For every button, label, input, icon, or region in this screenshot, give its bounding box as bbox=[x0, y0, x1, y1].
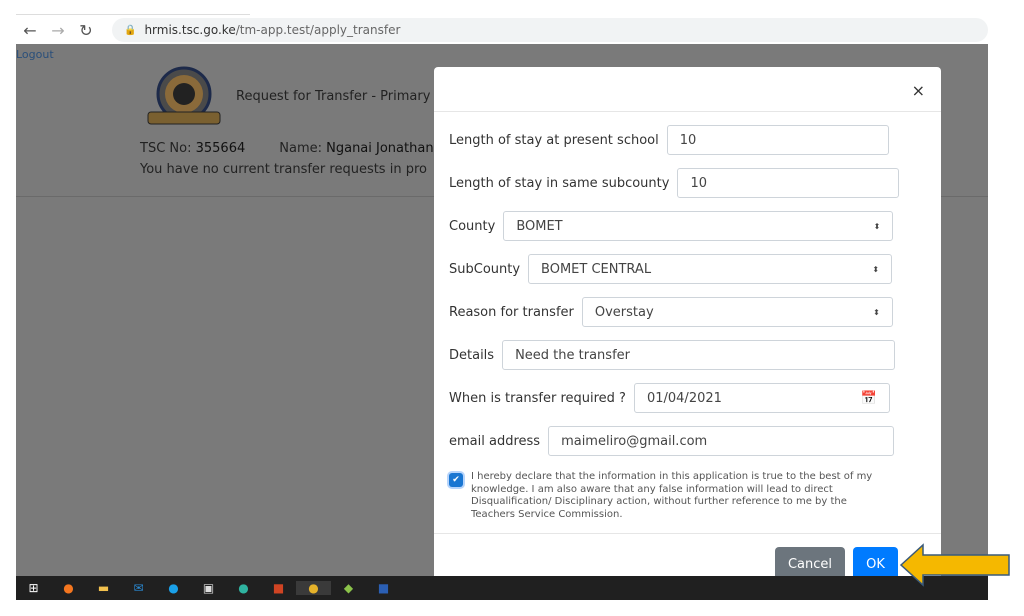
declaration: ✔ I hereby declare that the information i… bbox=[449, 471, 891, 521]
field-label: When is transfer required ? bbox=[449, 390, 626, 406]
field-stay-school: Length of stay at present school 10 bbox=[449, 125, 889, 155]
field-email: email address maimeliro@gmail.com bbox=[449, 426, 895, 456]
reason-select[interactable]: Overstay ⬍ bbox=[581, 297, 893, 327]
address-bar[interactable]: 🔒 hrmis.tsc.go.ke/tm-app.test/apply_trans… bbox=[112, 18, 988, 42]
url-host: hrmis.tsc.go.ke bbox=[144, 23, 236, 37]
tab-strip-line bbox=[16, 14, 250, 15]
field-subcounty: SubCounty BOMET CENTRAL ⬍ bbox=[449, 254, 893, 284]
edge-icon[interactable]: ● bbox=[226, 581, 261, 595]
field-label: Reason for transfer bbox=[449, 304, 574, 320]
word-icon[interactable]: ■ bbox=[366, 581, 401, 595]
reload-icon[interactable]: ↻ bbox=[72, 21, 100, 40]
logout-link[interactable]: Logout bbox=[16, 48, 54, 61]
field-date: When is transfer required ? 01/04/2021 📅 bbox=[449, 383, 890, 413]
select-value: Overstay bbox=[594, 304, 654, 320]
powerpoint-icon[interactable]: ■ bbox=[261, 581, 296, 595]
subcounty-select[interactable]: BOMET CENTRAL ⬍ bbox=[528, 254, 893, 284]
select-arrows-icon: ⬍ bbox=[873, 221, 881, 231]
back-icon[interactable]: ← bbox=[16, 21, 44, 40]
cancel-button[interactable]: Cancel bbox=[775, 547, 845, 576]
tsc-logo bbox=[147, 66, 221, 125]
teacher-info: TSC No: 355664 Name: Nganai Jonathan bbox=[140, 141, 434, 156]
modal-footer-divider bbox=[434, 533, 941, 534]
select-value: BOMET bbox=[516, 218, 563, 234]
field-label: Details bbox=[449, 347, 495, 363]
email-input[interactable]: maimeliro@gmail.com bbox=[548, 426, 895, 456]
calendar-icon[interactable]: 📅 bbox=[861, 391, 877, 406]
date-input[interactable]: 01/04/2021 📅 bbox=[633, 383, 890, 413]
field-label: County bbox=[449, 218, 496, 234]
field-label: email address bbox=[449, 433, 541, 449]
status-message: You have no current transfer requests in… bbox=[140, 162, 427, 177]
county-select[interactable]: BOMET ⬍ bbox=[503, 211, 894, 241]
mail-icon[interactable]: ✉ bbox=[121, 581, 156, 595]
stay-subcounty-input[interactable]: 10 bbox=[677, 168, 900, 198]
pointer-arrow-icon bbox=[899, 543, 1010, 587]
lock-icon: 🔒 bbox=[124, 24, 137, 36]
declaration-text: I hereby declare that the information in… bbox=[471, 471, 873, 520]
tsc-label: TSC No: bbox=[140, 141, 192, 156]
chrome-icon[interactable]: ● bbox=[296, 581, 331, 595]
skype-icon[interactable]: ● bbox=[156, 581, 191, 595]
stay-school-input[interactable]: 10 bbox=[666, 125, 889, 155]
tsc-number: 355664 bbox=[195, 141, 246, 156]
field-details: Details Need the transfer bbox=[449, 340, 896, 370]
field-label: Length of stay at present school bbox=[449, 132, 659, 148]
close-icon[interactable]: × bbox=[912, 81, 925, 100]
teacher-name: Nganai Jonathan bbox=[326, 141, 434, 156]
ok-button[interactable]: OK bbox=[853, 547, 898, 576]
field-stay-subcounty: Length of stay in same subcounty 10 bbox=[449, 168, 900, 198]
field-label: SubCounty bbox=[449, 261, 521, 277]
browser-toolbar: ← → ↻ 🔒 hrmis.tsc.go.ke/tm-app.test/apply… bbox=[16, 16, 988, 44]
store-icon[interactable]: ▣ bbox=[191, 581, 226, 595]
firefox-icon[interactable]: ● bbox=[51, 581, 86, 595]
forward-icon[interactable]: → bbox=[44, 21, 72, 40]
select-arrows-icon: ⬍ bbox=[872, 264, 880, 274]
bluestacks-icon[interactable]: ◆ bbox=[331, 581, 366, 595]
file-explorer-icon[interactable]: ▬ bbox=[86, 581, 121, 595]
modal-header: × bbox=[434, 67, 941, 112]
select-arrows-icon: ⬍ bbox=[873, 307, 880, 317]
date-value: 01/04/2021 bbox=[646, 390, 722, 406]
name-label: Name: bbox=[279, 141, 322, 156]
field-reason: Reason for transfer Overstay ⬍ bbox=[449, 297, 893, 327]
page-title: Request for Transfer - Primary bbox=[236, 89, 431, 104]
field-county: County BOMET ⬍ bbox=[449, 211, 894, 241]
transfer-modal: × Length of stay at present school 10 Len… bbox=[434, 67, 941, 576]
url-path: /tm-app.test/apply_transfer bbox=[235, 23, 401, 37]
windows-start-icon[interactable]: ⊞ bbox=[16, 581, 51, 595]
declaration-checkbox[interactable]: ✔ bbox=[449, 473, 463, 487]
taskbar: ⊞ ● ▬ ✉ ● ▣ ● ■ ● ◆ ■ bbox=[16, 576, 988, 600]
select-value: BOMET CENTRAL bbox=[541, 261, 652, 277]
details-input[interactable]: Need the transfer bbox=[502, 340, 896, 370]
field-label: Length of stay in same subcounty bbox=[449, 175, 670, 191]
